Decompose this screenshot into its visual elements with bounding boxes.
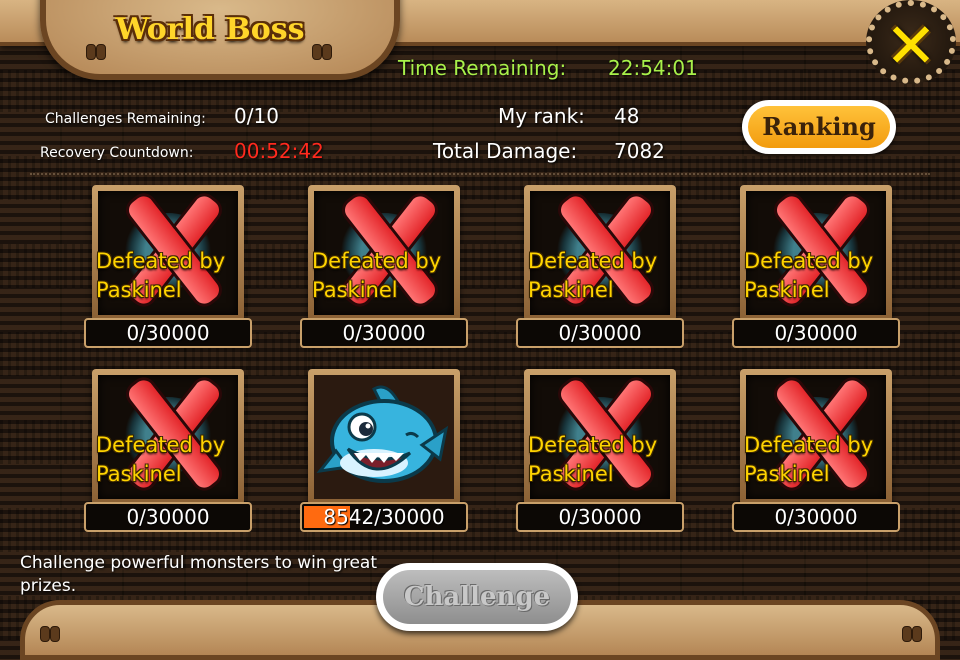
total-damage-label: Total Damage: [433,139,578,163]
recovery-countdown-label: Recovery Countdown: [40,145,194,161]
defeated-status: Defeated by Paskinel [96,249,226,302]
hp-value: 0/30000 [126,505,210,529]
defeated-status: Defeated by Paskinel [96,433,226,486]
recovery-countdown-value: 00:52:42 [234,139,324,163]
boss-hp-bar: 0/30000 [84,318,252,348]
ranking-button-label: Ranking [762,112,876,141]
defeated-status: Defeated by Paskinel [744,433,874,486]
close-x-icon: ✕ [885,9,937,82]
boss-card[interactable]: Defeated by Paskinel [524,185,676,321]
boss-hp-bar: 0/30000 [84,502,252,532]
boss-card[interactable]: Defeated by Paskinel [740,369,892,505]
boss-hp-bar: 0/30000 [300,318,468,348]
challenge-button-face: Challenge [383,570,571,624]
boss-card[interactable]: Defeated by Paskinel [524,369,676,505]
defeated-status: Defeated by Paskinel [312,249,442,302]
shark-boss-icon [314,375,454,499]
hp-value: 0/30000 [774,505,858,529]
challenge-button-label: Challenge [403,582,551,612]
boss-hp-bar: 8542/30000 [300,502,468,532]
page-title: World Boss [115,12,305,47]
ranking-button[interactable]: Ranking [742,100,896,154]
time-remaining-label: Time Remaining: [398,56,567,80]
defeated-status: Defeated by Paskinel [528,249,658,302]
challenge-description: Challenge powerful monsters to win great… [20,553,378,596]
defeated-status: Defeated by Paskinel [744,249,874,302]
close-button[interactable]: ✕ [866,0,956,84]
boss-card[interactable] [308,369,460,505]
hp-value: 8542/30000 [323,505,445,529]
defeated-status: Defeated by Paskinel [528,433,658,486]
time-remaining-value: 22:54:01 [608,56,698,80]
total-damage-value: 7082 [614,139,665,163]
boss-card[interactable]: Defeated by Paskinel [92,185,244,321]
boss-card[interactable]: Defeated by Paskinel [740,185,892,321]
challenges-remaining-label: Challenges Remaining: [45,111,206,127]
hp-value: 0/30000 [558,321,642,345]
ranking-button-face: Ranking [748,106,890,148]
hp-value: 0/30000 [342,321,426,345]
my-rank-label: My rank: [498,104,585,128]
divider [30,173,930,175]
boss-card[interactable]: Defeated by Paskinel [308,185,460,321]
hp-value: 0/30000 [558,505,642,529]
boss-hp-bar: 0/30000 [732,318,900,348]
my-rank-value: 48 [614,104,640,128]
boss-hp-bar: 0/30000 [516,502,684,532]
hp-value: 0/30000 [774,321,858,345]
boss-hp-bar: 0/30000 [516,318,684,348]
challenge-button[interactable]: Challenge [376,563,578,631]
challenges-remaining-value: 0/10 [234,104,279,128]
boss-hp-bar: 0/30000 [732,502,900,532]
hp-value: 0/30000 [126,321,210,345]
boss-card[interactable]: Defeated by Paskinel [92,369,244,505]
